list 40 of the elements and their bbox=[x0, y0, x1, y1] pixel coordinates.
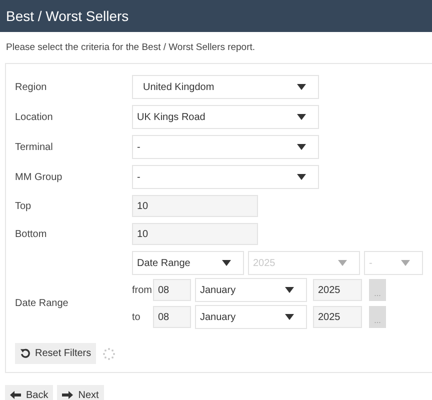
page-title: Best / Worst Sellers bbox=[6, 6, 129, 26]
dropdown[interactable]: January bbox=[195, 305, 307, 330]
input-field[interactable]: 10 bbox=[132, 223, 258, 246]
caret-icon bbox=[338, 260, 347, 266]
caret-icon bbox=[297, 114, 306, 120]
dropdown[interactable]: - bbox=[132, 135, 319, 160]
instruction-text: Please select the criteria for the Best / Worst Sellers report. bbox=[5, 41, 256, 55]
field-label: Terminal bbox=[15, 140, 54, 155]
reset-icon bbox=[20, 348, 31, 360]
field-label: Location bbox=[15, 110, 54, 125]
field-label: Region bbox=[15, 80, 48, 95]
field-label: Bottom bbox=[15, 228, 48, 242]
dropdown[interactable]: Date Range bbox=[132, 251, 244, 276]
input-field[interactable]: 10 bbox=[132, 195, 258, 218]
range-prefix: to bbox=[132, 310, 142, 325]
arrow-left-icon bbox=[10, 391, 21, 400]
caret-icon bbox=[285, 314, 294, 320]
caret-icon bbox=[297, 84, 306, 90]
field-label: Top bbox=[15, 200, 32, 214]
dropdown[interactable]: - bbox=[132, 165, 319, 190]
range-prefix: from bbox=[132, 284, 153, 298]
field-label: Date Range bbox=[15, 297, 70, 312]
field-label: MM Group bbox=[15, 170, 64, 185]
input-field[interactable]: 08 bbox=[153, 279, 191, 302]
caret-icon bbox=[401, 260, 410, 266]
input-field[interactable]: 2025 bbox=[313, 306, 362, 328]
caret-icon bbox=[222, 260, 231, 266]
arrow-right-icon bbox=[62, 391, 74, 400]
dropdown[interactable]: UK Kings Road bbox=[132, 105, 319, 130]
back-button[interactable]: Back bbox=[5, 385, 54, 400]
dropdown[interactable]: United Kingdom bbox=[132, 75, 319, 100]
input-field[interactable]: 08 bbox=[153, 306, 191, 328]
dropdown[interactable]: January bbox=[195, 278, 307, 302]
caret-icon bbox=[297, 144, 306, 150]
loading-spinner-icon bbox=[102, 346, 116, 361]
reset-filters-button[interactable]: Reset Filters bbox=[15, 343, 96, 364]
next-button[interactable]: Next bbox=[57, 385, 104, 400]
caret-icon bbox=[297, 174, 306, 180]
caret-icon bbox=[285, 287, 294, 294]
input-field[interactable]: 2025 bbox=[313, 279, 362, 302]
